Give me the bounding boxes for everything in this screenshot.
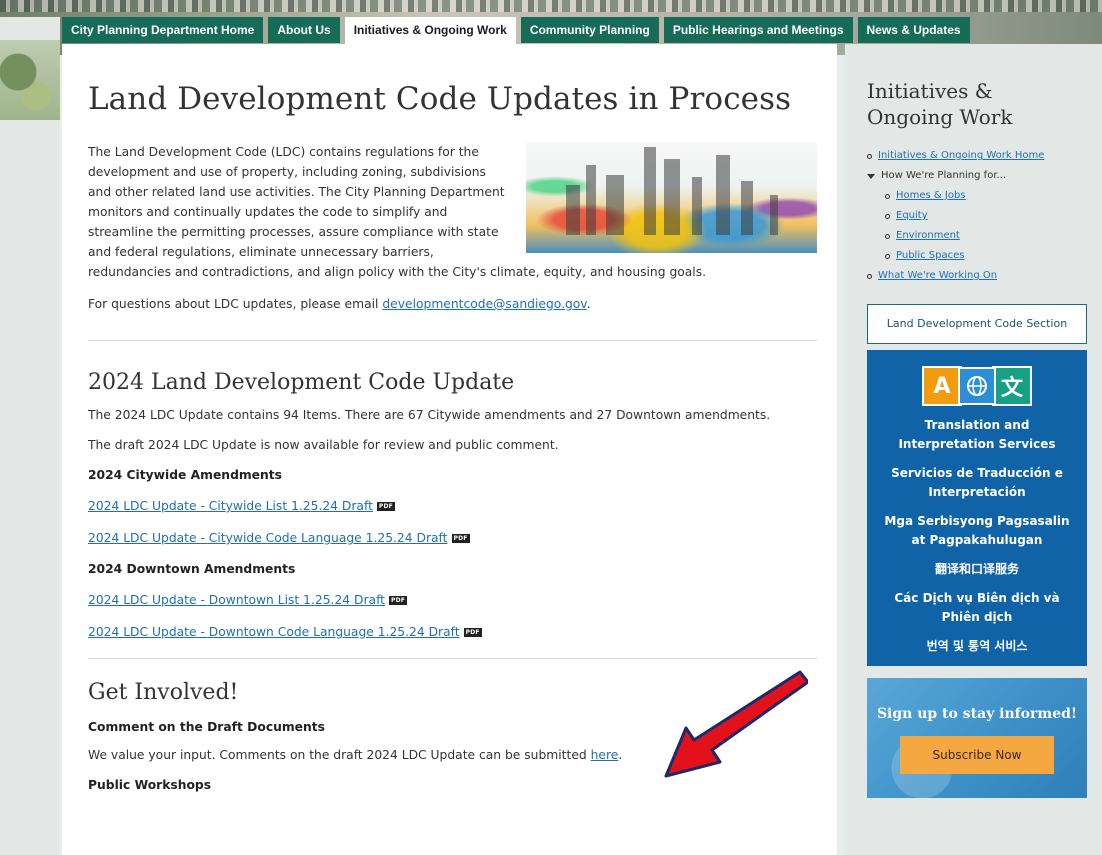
sidebar-item-label[interactable]: Environment [896,226,960,246]
red-arrow-annotation [664,670,808,778]
translation-line-vi: Các Dịch vụ Biên dịch và Phiên dịch [894,591,1060,624]
doc-link-row: 2024 LDC Update - Citywide Code Language… [88,528,817,548]
tab-about-us[interactable]: About Us [268,17,340,43]
section-2024-title: 2024 Land Development Code Update [88,370,515,395]
tab-public-hearings[interactable]: Public Hearings and Meetings [663,17,853,43]
signup-box: Sign up to stay informed! Subscribe Now [867,678,1087,798]
sidebar-item-label[interactable]: How We're Planning for... [881,166,1006,186]
section-2024-summary: The 2024 LDC Update contains 94 Items. T… [88,408,771,422]
sidebar-item-planning-for[interactable]: How We're Planning for... [867,166,1080,186]
translation-line-zh: 翻译和口译服务 [934,562,1019,576]
sidebar-title-line2: Ongoing Work [867,105,1013,129]
sidebar-item-working-on[interactable]: What We're Working On [867,266,1080,286]
sidebar-item-public-spaces[interactable]: Public Spaces [867,246,1080,266]
pdf-icon: PDF [376,501,395,511]
section-2024-status: The draft 2024 LDC Update is now availab… [88,438,559,452]
translation-line-tl: Mga Serbisyong Pagsasalin at Pagpakahulu… [884,514,1070,547]
chinese-character-icon: 文 [992,366,1032,406]
sidebar-item-label[interactable]: Equity [896,206,928,226]
letter-a-icon: A [922,366,962,406]
sidebar-item-label[interactable]: What We're Working On [878,266,997,286]
triangle-down-icon [867,173,875,179]
sidebar-item-label[interactable]: Initiatives & Ongoing Work Home [878,146,1044,166]
signup-title: Sign up to stay informed! [876,706,1078,722]
downtown-list-link[interactable]: 2024 LDC Update - Downtown List 1.25.24 … [88,590,385,610]
circle-bullet-icon [885,193,890,199]
sidebar-item-label[interactable]: Homes & Jobs [896,186,966,206]
skyline-illustration [526,142,817,253]
circle-bullet-icon [885,233,890,239]
intro-section: The Land Development Code (LDC) contains… [88,142,817,314]
pdf-icon: PDF [451,533,470,543]
ldc-2024-section: 2024 Land Development Code Update The 20… [88,369,817,642]
circle-bullet-icon [885,213,890,219]
translation-icons: A 文 [867,366,1087,406]
circle-bullet-icon [867,273,872,279]
comment-here-link[interactable]: here [591,748,619,762]
tab-news-updates[interactable]: News & Updates [857,17,970,43]
comment-suffix: . [618,748,623,762]
translation-services-box[interactable]: A 文 Translation and Interpretation Servi… [867,350,1087,666]
sidebar-item-homes-jobs[interactable]: Homes & Jobs [867,186,1080,206]
ldc-section-button[interactable]: Land Development Code Section [867,304,1087,344]
subscribe-button[interactable]: Subscribe Now [900,736,1054,774]
pdf-icon: PDF [463,627,482,637]
sidebar-item-equity[interactable]: Equity [867,206,1080,226]
circle-bullet-icon [867,153,872,159]
sidebar-item-label[interactable]: Public Spaces [896,246,964,266]
citywide-heading: 2024 Citywide Amendments [88,468,282,482]
doc-link-row: 2024 LDC Update - Downtown List 1.25.24 … [88,590,817,610]
contact-suffix: . [586,297,591,311]
downtown-code-language-link[interactable]: 2024 LDC Update - Downtown Code Language… [88,622,460,642]
circle-bullet-icon [885,253,890,259]
contact-line: For questions about LDC updates, please … [88,294,817,314]
sidebar-item-initiatives-home[interactable]: Initiatives & Ongoing Work Home [867,146,1080,166]
page-title: Land Development Code Updates in Process [88,81,792,117]
sidebar-title-line1: Initiatives & [867,79,993,103]
tab-community-planning[interactable]: Community Planning [520,17,659,43]
globe-icon [958,367,996,405]
doc-link-row: 2024 LDC Update - Citywide List 1.25.24 … [88,496,817,516]
doc-link-row: 2024 LDC Update - Downtown Code Language… [88,622,817,642]
downtown-heading: 2024 Downtown Amendments [88,562,296,576]
citywide-list-link[interactable]: 2024 LDC Update - Citywide List 1.25.24 … [88,496,373,516]
section-divider [88,658,817,659]
section-divider [88,340,817,341]
left-decorative-art [0,40,60,120]
main-navigation: City Planning Department Home About Us I… [62,17,970,45]
sidebar-nav-list: Initiatives & Ongoing Work Home How We'r… [867,146,1080,286]
translation-line-en: Translation and Interpretation Services [898,418,1056,451]
tab-city-planning-home[interactable]: City Planning Department Home [62,17,264,43]
translation-line-es: Servicios de Traducción e Interpretación [891,466,1063,499]
email-link[interactable]: developmentcode@sandiego.gov [382,297,586,311]
contact-prefix: For questions about LDC updates, please … [88,297,383,311]
tab-initiatives[interactable]: Initiatives & Ongoing Work [344,17,516,45]
sidebar: Initiatives & Ongoing Work Initiatives &… [845,44,1102,855]
translation-line-ko: 번역 및 통역 서비스 [926,639,1028,653]
citywide-code-language-link[interactable]: 2024 LDC Update - Citywide Code Language… [88,528,448,548]
sidebar-item-environment[interactable]: Environment [867,226,1080,246]
pdf-icon: PDF [389,595,408,605]
left-decorative-strip [0,17,60,855]
sidebar-title: Initiatives & Ongoing Work [867,78,1080,130]
comment-prefix: We value your input. Comments on the dra… [88,748,591,762]
